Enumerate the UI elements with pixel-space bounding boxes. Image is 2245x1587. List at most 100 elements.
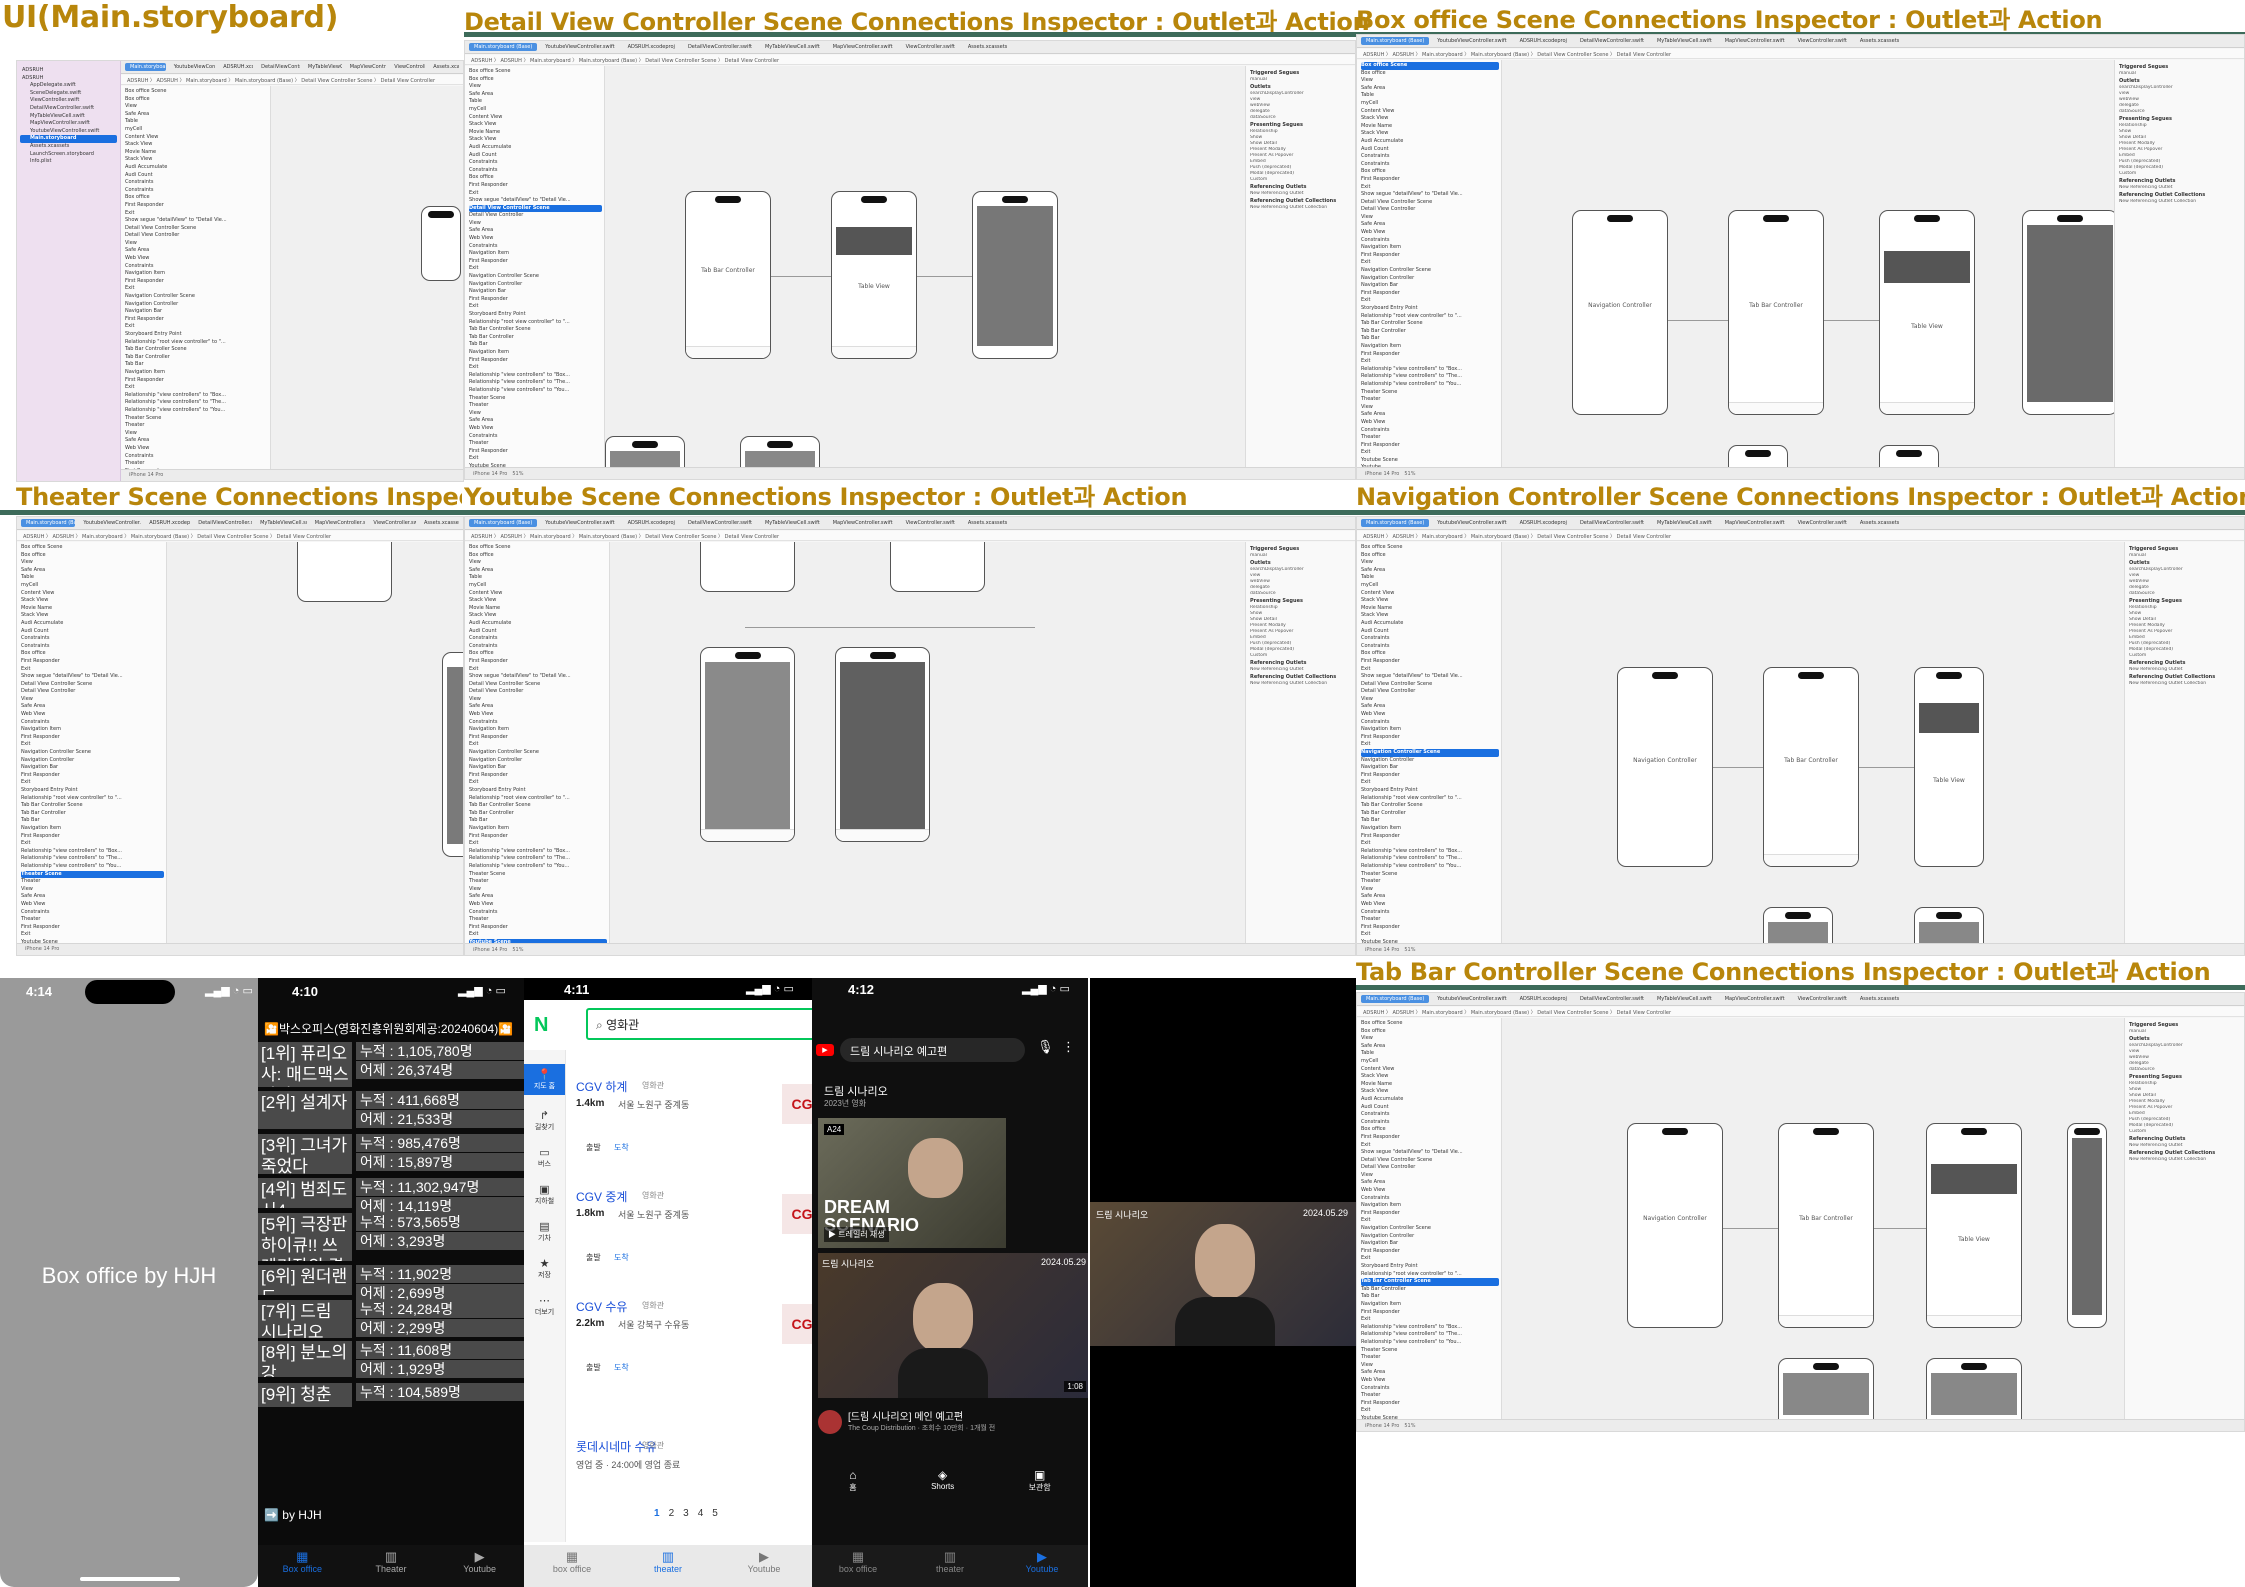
outline-item[interactable]: Audi Count xyxy=(125,172,268,180)
outline-item[interactable]: Box office xyxy=(469,552,607,560)
outline-item[interactable]: Constraints xyxy=(21,909,164,917)
outline-item[interactable]: Relationship "view controllers" to "You.… xyxy=(469,863,607,871)
editor-tab[interactable]: ViewController.swift xyxy=(389,63,425,71)
outline-item[interactable]: First Responder xyxy=(1361,734,1499,742)
result-card[interactable]: CGV 수유 영화관 2.2km 서울 강북구 수유동 출발 도착 CG xyxy=(570,1290,812,1395)
outline-item[interactable]: myCell xyxy=(469,106,602,114)
outline-item[interactable]: Box office xyxy=(1361,650,1499,658)
outline-item[interactable]: View xyxy=(21,886,164,894)
outline-item[interactable]: Relationship "view controllers" to "The.… xyxy=(469,379,602,387)
movie-name[interactable]: [6위] 원더랜드 xyxy=(258,1265,352,1295)
outline-item[interactable]: Navigation Item xyxy=(469,726,607,734)
outline-item[interactable]: Safe Area xyxy=(21,893,164,901)
result-card[interactable]: 롯데시네마 수유 영화관 영업 중 · 24:00에 영업 종료 xyxy=(570,1430,812,1535)
editor-tab[interactable]: MapViewController.swift xyxy=(345,63,387,71)
outline-item[interactable]: Detail View Controller xyxy=(1361,1164,1499,1172)
outline-item[interactable]: Constraints xyxy=(21,643,164,651)
outline-item[interactable]: Navigation Item xyxy=(1361,343,1499,351)
outline-item[interactable]: First Responder xyxy=(469,734,607,742)
page-number[interactable]: 1 xyxy=(654,1508,660,1519)
editor-tab[interactable]: DetailViewController.swift xyxy=(256,63,300,71)
inspector-row[interactable]: New Referencing Outlet Collection xyxy=(2129,1157,2240,1163)
detail-scene[interactable] xyxy=(2022,210,2114,415)
outline-item[interactable]: Theater Scene xyxy=(469,395,602,403)
outline-item[interactable]: First Responder xyxy=(1361,833,1499,841)
outline-item[interactable]: First Responder xyxy=(21,734,164,742)
outline-item[interactable]: First Responder xyxy=(469,658,607,666)
file-item[interactable]: MyTableViewCell.swift xyxy=(20,113,117,121)
editor-tab[interactable]: Main.storyboard (Base) xyxy=(125,63,166,71)
page-number[interactable]: 4 xyxy=(698,1508,704,1519)
outline-item[interactable]: Show segue "detailView" to "Detail Vie..… xyxy=(1361,673,1499,681)
tab-theater[interactable]: ▥ theater xyxy=(633,1550,703,1575)
outline-item[interactable]: Constraints xyxy=(469,167,602,175)
outline-item[interactable]: Navigation Item xyxy=(469,250,602,258)
outline-item[interactable]: Navigation Item xyxy=(21,825,164,833)
search-input[interactable]: 드림 시나리오 예고편 xyxy=(840,1038,1025,1062)
outline-item[interactable]: View xyxy=(1361,404,1499,412)
detail-scene[interactable] xyxy=(972,191,1058,359)
file-item[interactable]: ADSRUH xyxy=(20,75,117,83)
outline-item[interactable]: Tab Bar Controller Scene xyxy=(21,802,164,810)
outline-item[interactable]: Navigation Item xyxy=(1361,726,1499,734)
file-item[interactable]: SceneDelegate.swift xyxy=(20,90,117,98)
outline-item[interactable]: Navigation Controller Scene xyxy=(1361,1225,1499,1233)
outline-item[interactable]: Exit xyxy=(1361,1407,1499,1415)
outline-item[interactable]: Show segue "detailView" to "Detail Vie..… xyxy=(21,673,164,681)
depart-button[interactable]: 출발 xyxy=(586,1362,601,1373)
zoom-label[interactable]: 51% xyxy=(1404,471,1415,477)
tab-bar-controller-scene[interactable]: Tab Bar Controller xyxy=(685,191,771,359)
tab-youtube[interactable]: ▶ Youtube xyxy=(1007,1550,1077,1575)
outline-item[interactable]: Detail View Controller Scene xyxy=(1361,199,1499,207)
outline-item[interactable]: View xyxy=(469,83,602,91)
outline-item[interactable]: Show segue "detailView" to "Detail Vie..… xyxy=(1361,191,1499,199)
outline-item[interactable]: Safe Area xyxy=(125,247,268,255)
outline-item[interactable]: Tab Bar Controller xyxy=(469,334,602,342)
inspector-row[interactable]: New Referencing Outlet Collection xyxy=(1250,681,1351,687)
outline-item[interactable]: Table xyxy=(1361,92,1499,100)
outline-item[interactable]: Detail View Controller xyxy=(21,688,164,696)
outline-item[interactable]: Content View xyxy=(1361,1066,1499,1074)
outline-item[interactable]: Tab Bar xyxy=(469,341,602,349)
outline-item[interactable]: Navigation Item xyxy=(1361,1202,1499,1210)
outline-item[interactable]: Constraints xyxy=(469,159,602,167)
device-label[interactable]: iPhone 14 Pro xyxy=(25,946,59,952)
outline-item[interactable]: Exit xyxy=(469,779,607,787)
outline-item[interactable]: Box office xyxy=(21,650,164,658)
result-card[interactable]: CGV 중계 영화관 1.8km 서울 노원구 중계동 출발 도착 CG xyxy=(570,1180,812,1285)
outline-item[interactable]: First Responder xyxy=(1361,1309,1499,1317)
scene-phone[interactable] xyxy=(442,652,463,857)
outline-item[interactable]: Storyboard Entry Point xyxy=(1361,305,1499,313)
outline-item[interactable]: Exit xyxy=(469,840,607,848)
tab-bar-controller-scene[interactable]: Tab Bar Controller xyxy=(1778,1123,1874,1328)
editor-tab[interactable]: MyTableViewCell.swift xyxy=(1652,995,1717,1003)
movie-name[interactable]: [8위] 분노의 강 xyxy=(258,1341,352,1377)
device-label[interactable]: iPhone 14 Pro xyxy=(1365,471,1399,477)
outline-item[interactable]: Exit xyxy=(125,323,268,331)
more-icon[interactable]: ⋮ xyxy=(1062,1040,1075,1055)
outline-item[interactable]: Audi Accumulate xyxy=(1361,1096,1499,1104)
outline-item[interactable]: Constraints xyxy=(21,635,164,643)
outline-item[interactable]: View xyxy=(1361,77,1499,85)
editor-tab[interactable]: ADSRUH.xcodeproj xyxy=(218,63,253,71)
outline-item[interactable]: Box office xyxy=(125,194,268,202)
editor-tab[interactable]: DetailViewController.swift xyxy=(1575,519,1649,527)
editor-tab[interactable]: MyTableViewCell.swift xyxy=(760,43,825,51)
box-office-scene[interactable]: Table View xyxy=(831,191,917,359)
outline-item[interactable]: Relationship "root view controller" to "… xyxy=(469,795,607,803)
theater-scene[interactable] xyxy=(605,436,685,467)
pager[interactable]: 12345 xyxy=(654,1508,727,1519)
tab-theater[interactable]: ▥ Theater xyxy=(356,1550,426,1575)
outline-item[interactable]: Stack View xyxy=(469,121,602,129)
outline-item[interactable]: Exit xyxy=(1361,1217,1499,1225)
editor-tab[interactable]: Assets.xcassets xyxy=(419,519,459,527)
outline-item[interactable]: Relationship "view controllers" to "Box.… xyxy=(469,848,607,856)
zoom-label[interactable]: 51% xyxy=(512,471,523,477)
outline-item[interactable]: Safe Area xyxy=(1361,1179,1499,1187)
file-item[interactable]: LaunchScreen.storyboard xyxy=(20,151,117,159)
outline-item[interactable]: View xyxy=(1361,1172,1499,1180)
editor-tab[interactable]: DetailViewController.swift xyxy=(193,519,252,527)
navigation-controller-scene[interactable]: Navigation Controller xyxy=(1572,210,1668,415)
outline-item[interactable]: Exit xyxy=(125,285,268,293)
editor-tab[interactable]: ViewController.swift xyxy=(368,519,416,527)
